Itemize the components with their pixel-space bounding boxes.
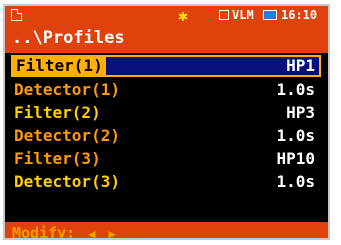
menu-item-detector-2[interactable]: Detector(2) 1.0s — [11, 125, 321, 147]
menu-item-value: 1.0s — [276, 80, 315, 99]
menu-item-filter-1[interactable]: Filter(1) HP1 — [11, 55, 321, 77]
menu-item-filter-3[interactable]: Filter(3) HP10 — [11, 148, 321, 170]
menu-item-value: HP3 — [286, 103, 315, 122]
menu-item-value: HP1 — [286, 56, 315, 75]
menu-item-value: 1.0s — [276, 172, 315, 191]
menu-item-label: Filter(1) — [13, 57, 106, 75]
menu-item-label: Filter(3) — [14, 149, 101, 168]
divider — [5, 51, 328, 53]
document-icon — [11, 9, 22, 21]
status-bar: ✱ VLM 16:10 — [5, 6, 328, 25]
battery-icon — [263, 10, 277, 20]
menu-item-value: 1.0s — [276, 126, 315, 145]
mode-indicator: VLM — [232, 8, 254, 22]
star-icon: ✱ — [178, 6, 188, 25]
checkbox-icon — [219, 10, 229, 20]
menu-item-value: HP10 — [276, 149, 315, 168]
menu-path: ..\Profiles — [5, 25, 328, 51]
menu-item-label: Detector(2) — [14, 126, 120, 145]
left-arrow-icon: ◀ — [88, 227, 96, 240]
menu-item-label: Filter(2) — [14, 103, 101, 122]
menu-item-label: Detector(1) — [14, 80, 120, 99]
menu-item-filter-2[interactable]: Filter(2) HP3 — [11, 102, 321, 124]
menu-item-label: Detector(3) — [14, 172, 120, 191]
clock: 16:10 — [281, 8, 318, 22]
modify-hint: Modify: ◀ ▶ — [5, 224, 328, 240]
device-screen: ✱ VLM 16:10 ..\Profiles Filter(1) HP1 De… — [3, 4, 330, 240]
menu-item-detector-1[interactable]: Detector(1) 1.0s — [11, 79, 321, 101]
menu-item-detector-3[interactable]: Detector(3) 1.0s — [11, 171, 321, 193]
right-arrow-icon: ▶ — [108, 227, 116, 240]
modify-label: Modify: — [12, 224, 76, 240]
